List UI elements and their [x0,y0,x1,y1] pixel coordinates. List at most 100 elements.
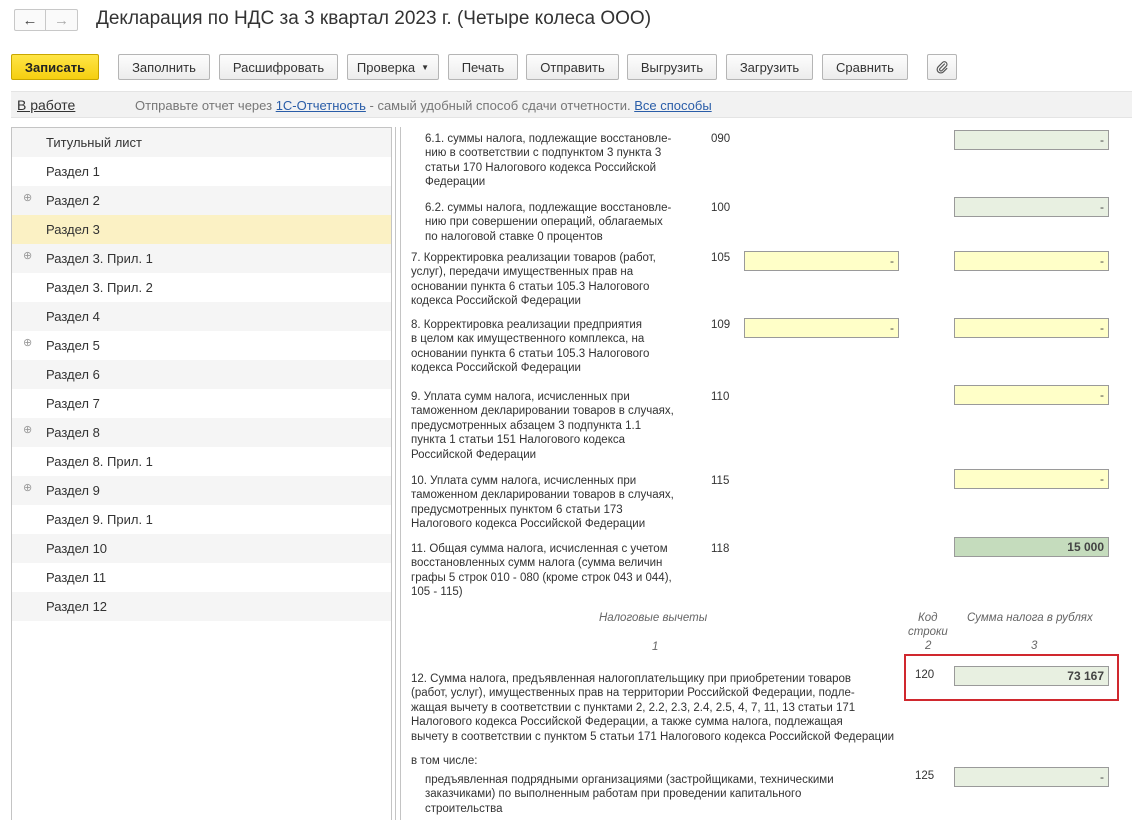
row-description-line: статьи 170 Налогового кодекса Российской [425,161,657,174]
chevron-down-icon: ▼ [421,62,430,72]
row-description-line: основании пункта 6 статьи 105.3 Налогово… [411,347,650,360]
including-label: в том числе: [411,755,478,767]
expand-plus-icon[interactable]: ⊕ [23,483,32,494]
section-item[interactable]: Раздел 9. Прил. 1 [12,505,391,534]
row-description-line: услуг), передачи имущественных прав на [411,266,634,279]
expand-plus-icon[interactable]: ⊕ [23,251,32,262]
row-description-line: 9. Уплата сумм налога, исчисленных при [411,391,630,403]
row-description-line: таможенном декларировании товаров в случ… [411,489,674,502]
section-item-label: Раздел 9. Прил. 1 [46,512,153,527]
deductions-header-title: Налоговые вычеты [599,612,708,624]
section-item-label: Раздел 9 [46,483,100,498]
row-code: 125 [915,770,935,782]
row-description-line: жащая вычету в соответствии с пунктами 2… [411,701,856,714]
section-item-label: Раздел 3 [46,222,100,237]
row-description-line: кодекса Российской Федерации [411,362,581,375]
section-item[interactable]: ⊕ Раздел 3. Прил. 1 [12,244,391,273]
section-item[interactable]: Раздел 3 [12,215,391,244]
row-description-line: предусмотренных пунктом 6 статьи 173 [411,503,623,516]
section-item[interactable]: Раздел 7 [12,389,391,418]
amount-field[interactable]: - [954,385,1109,405]
amount-field[interactable]: - [954,318,1109,338]
section-item-label: Раздел 11 [46,570,107,585]
check-button-label: Проверка [356,59,416,75]
section-item[interactable]: Раздел 1 [12,157,391,186]
save-button[interactable]: Записать [11,54,99,80]
send-button[interactable]: Отправить [526,54,619,80]
row-description-line: 11. Общая сумма налога, исчисленная с уч… [411,543,668,555]
expand-plus-icon[interactable]: ⊕ [23,425,32,436]
row-description-line: по налоговой ставке 0 процентов [425,230,603,243]
section-item-label: Раздел 1 [46,164,100,179]
row-description-line: основании пункта 6 статьи 105.3 Налогово… [411,280,650,293]
amount-field[interactable]: - [954,767,1109,787]
section-item-label: Раздел 7 [46,396,100,411]
panel-splitter[interactable] [395,127,396,820]
row-description-line: предъявленная подрядными организациями (… [425,774,834,786]
section-item[interactable]: Раздел 3. Прил. 2 [12,273,391,302]
section-item[interactable]: Раздел 12 [12,592,391,621]
row-description-line: строительства [425,802,503,815]
row-description-line: 105 - 115) [411,586,463,599]
row-code: 109 [711,319,731,331]
form-panel: 6.1. суммы налога, подлежащие восстановл… [400,127,1132,820]
export-button[interactable]: Выгрузить [627,54,717,80]
row-code: 105 [711,252,731,264]
section-item[interactable]: Раздел 4 [12,302,391,331]
back-arrow-icon[interactable]: ← [14,9,46,31]
status-message: Отправьте отчет через 1С-Отчетность - са… [135,98,712,113]
row-description-line: таможенном декларировании товаров в случ… [411,405,674,418]
all-methods-link[interactable]: Все способы [634,98,711,113]
row-description-line: заказчиками) по выполненным работам при … [425,788,802,801]
row-code: 110 [711,391,730,403]
row-description-line: 6.2. суммы налога, подлежащие восстановл… [425,202,672,214]
code-column-header: строки [908,626,948,638]
compare-button[interactable]: Сравнить [822,54,908,80]
expand-plus-icon[interactable]: ⊕ [23,338,32,349]
highlight-box [904,654,1119,701]
section-item[interactable]: Раздел 11 [12,563,391,592]
row-description-line: нию при совершении операций, облагаемых [425,216,663,229]
section-item-label: Раздел 10 [46,541,108,556]
print-button[interactable]: Печать [448,54,518,80]
section-item[interactable]: ⊕ Раздел 9 [12,476,391,505]
fill-button[interactable]: Заполнить [118,54,210,80]
amount-field-col1[interactable]: - [744,251,899,271]
decode-button[interactable]: Расшифровать [219,54,338,80]
section-item[interactable]: Раздел 8. Прил. 1 [12,447,391,476]
section-item[interactable]: Раздел 10 [12,534,391,563]
row-description-line: кодекса Российской Федерации [411,295,581,308]
import-button[interactable]: Загрузить [726,54,813,80]
section-item[interactable]: Титульный лист [12,128,391,157]
row-description-line: 8. Корректировка реализации предприятия [411,319,642,331]
check-dropdown-button[interactable]: Проверка ▼ [347,54,439,80]
section-item-label: Раздел 8 [46,425,100,440]
section-item[interactable]: Раздел 6 [12,360,391,389]
status-bar: В работе Отправьте отчет через 1С-Отчетн… [11,91,1132,118]
amount-field[interactable]: - [954,251,1109,271]
row-description-line: вычету в соответствии с пунктом 5 статьи… [411,730,895,743]
paperclip-icon [936,61,948,74]
sections-list: Титульный лист Раздел 1 ⊕ Раздел 2 Раздел 3 ⊕… [11,127,392,820]
section-item[interactable]: ⊕ Раздел 5 [12,331,391,360]
amount-field: 15 000 [954,537,1109,557]
amount-field[interactable]: - [954,469,1109,489]
column-number: 1 [652,641,659,653]
row-code: 115 [711,475,730,487]
section-item-label: Раздел 3. Прил. 1 [46,251,153,266]
row-description-line: в целом как имущественного комплекса, на [411,333,645,346]
section-item[interactable]: ⊕ Раздел 2 [12,186,391,215]
forward-arrow-icon[interactable]: → [46,9,78,31]
section-item[interactable]: ⊕ Раздел 8 [12,418,391,447]
title-bar: ← → Декларация по НДС за 3 квартал 2023 … [0,0,1132,42]
expand-plus-icon[interactable]: ⊕ [23,193,32,204]
row-description-line: (работ, услуг), имущественных прав на те… [411,687,855,700]
status-message-prefix: Отправьте отчет через [135,98,273,113]
section-item-label: Раздел 3. Прил. 2 [46,280,153,295]
attach-button[interactable] [927,54,957,80]
1c-reporting-link[interactable]: 1С-Отчетность [276,98,366,113]
code-column-header: Код [918,612,938,624]
status-in-progress-link[interactable]: В работе [17,97,75,113]
column-number: 3 [1031,640,1038,652]
amount-field-col1[interactable]: - [744,318,899,338]
